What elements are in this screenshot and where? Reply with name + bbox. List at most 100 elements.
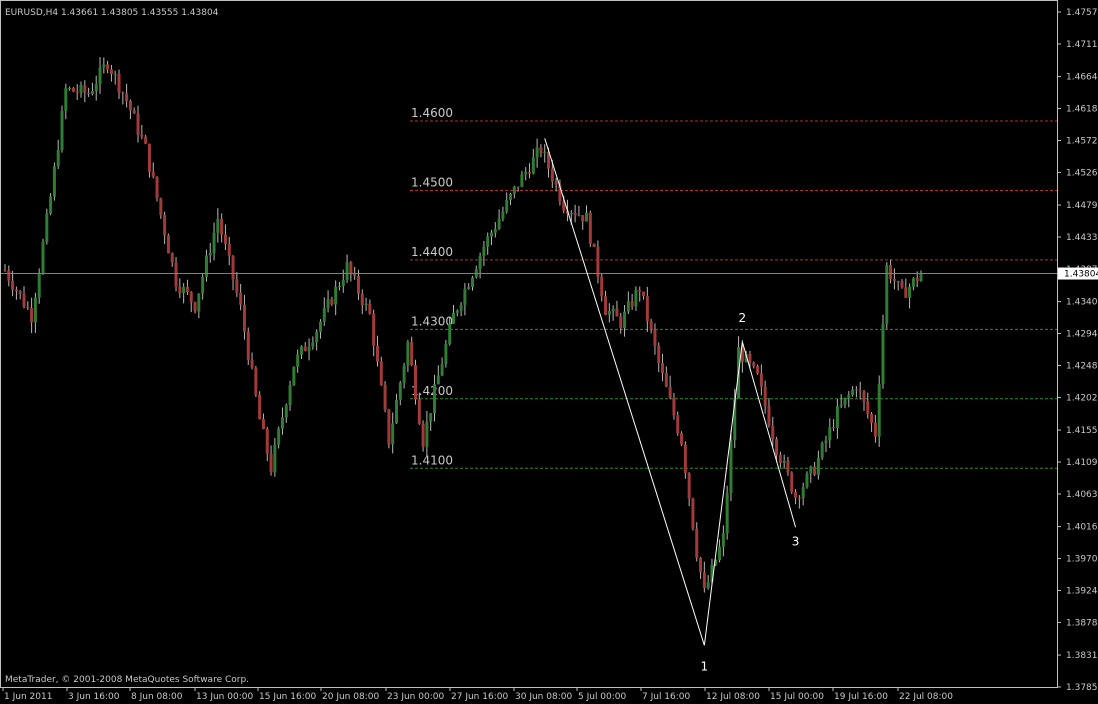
candle-body [596,246,600,277]
candle-body [706,582,710,589]
candle-body [269,453,273,473]
candle-body [759,373,763,387]
candle-body [406,342,410,366]
candlestick-chart[interactable]: 1.46001.45001.44001.43001.42001.4100 123… [0,0,1098,704]
candle-body [892,278,896,282]
x-tick-label: 27 Jun 16:00 [451,692,508,702]
candle-body [208,252,212,256]
candle-body [896,281,900,283]
candle-body [847,394,851,398]
candle-body [64,88,68,111]
y-tick-label: 1.40630 [1066,490,1098,500]
wave-label: 2 [739,311,747,325]
candle-body [455,310,459,313]
candle-body [448,323,452,345]
y-tick-label: 1.46640 [1066,73,1098,83]
candle-body [170,253,174,263]
candle-body [273,444,277,473]
candle-body [653,329,657,346]
candle-body [482,246,486,257]
candle-body [429,413,433,422]
copyright-text: MetaTrader, © 2001-2008 MetaQuotes Softw… [5,675,249,685]
candle-body [277,428,281,445]
x-tick-label: 30 Jun 08:00 [515,692,572,702]
candle-body [201,277,205,294]
x-tick-label: 13 Jun 00:00 [196,692,253,702]
candle-body [699,557,703,573]
candle-body [147,143,151,172]
candle-body [657,345,661,364]
candle-body [501,211,505,219]
candle-body [315,331,319,343]
candle-body [775,439,779,456]
y-tick-label: 1.47570 [1066,8,1098,18]
candle-body [493,228,497,233]
x-tick-label: 5 Jul 00:00 [578,692,627,702]
candle-body [509,193,513,201]
candle-body [337,285,341,287]
candle-body [828,427,832,441]
x-tick-label: 3 Jun 16:00 [68,692,120,702]
candle-body [75,91,79,93]
candle-body [56,150,60,167]
candle-body [193,302,197,312]
candle-body [22,293,26,307]
candle-body [299,346,303,355]
candle-body [702,572,706,589]
candle-body [467,287,471,289]
candle-body [410,342,414,366]
candle-body [486,236,490,247]
candle-body [790,472,794,493]
candle-body [630,301,634,307]
y-tick-label: 1.39700 [1066,555,1098,565]
candle-body [7,270,11,281]
candle-body [37,272,41,298]
candle-body [531,157,535,174]
candle-body [330,299,334,305]
candle-body [490,232,494,237]
wave-label: 1 [701,659,709,673]
candle-body [858,390,862,392]
candle-body [588,212,592,244]
candle-body [607,311,611,315]
candle-body [174,262,178,287]
candle-body [391,423,395,445]
candle-body [911,278,915,287]
candle-body [223,234,227,244]
x-tick-label: 1 Jun 2011 [4,692,52,702]
candle-body [83,85,87,93]
candle-body [908,286,912,298]
candle-body [334,286,338,305]
candle-body [604,296,608,315]
y-tick-label: 1.45720 [1066,136,1098,146]
chart-window[interactable]: 1.4600 1.4500 1.4400 1.4300 1.4200 1.4100 123… [0,0,1098,704]
candle-body [33,297,37,323]
candle-body [524,172,528,175]
candle-body [136,113,140,135]
candle-body [889,264,893,279]
candle-body [246,331,250,360]
candle-body [151,171,155,177]
candle-body [554,181,558,185]
candle-body [372,313,376,346]
x-tick-label: 15 Jun 16:00 [259,692,316,702]
candle-body [140,134,144,137]
candle-body [30,308,34,323]
candle-body [756,366,760,374]
candle-body [26,306,30,309]
candle-body [585,212,589,222]
y-tick-label: 1.46180 [1066,105,1098,115]
y-tick-label: 1.47110 [1066,40,1098,50]
candle-body [752,362,756,367]
candle-body [824,440,828,444]
candle-body [280,417,284,429]
candle-body [102,64,106,68]
y-tick-label: 1.38310 [1066,651,1098,661]
y-tick-label: 1.40160 [1066,523,1098,533]
candle-body [349,262,353,274]
candle-body [41,242,45,273]
level-label: 1.4400 [411,245,453,259]
candle-body [676,415,680,434]
candle-body [216,218,220,233]
candle-body [664,372,668,387]
